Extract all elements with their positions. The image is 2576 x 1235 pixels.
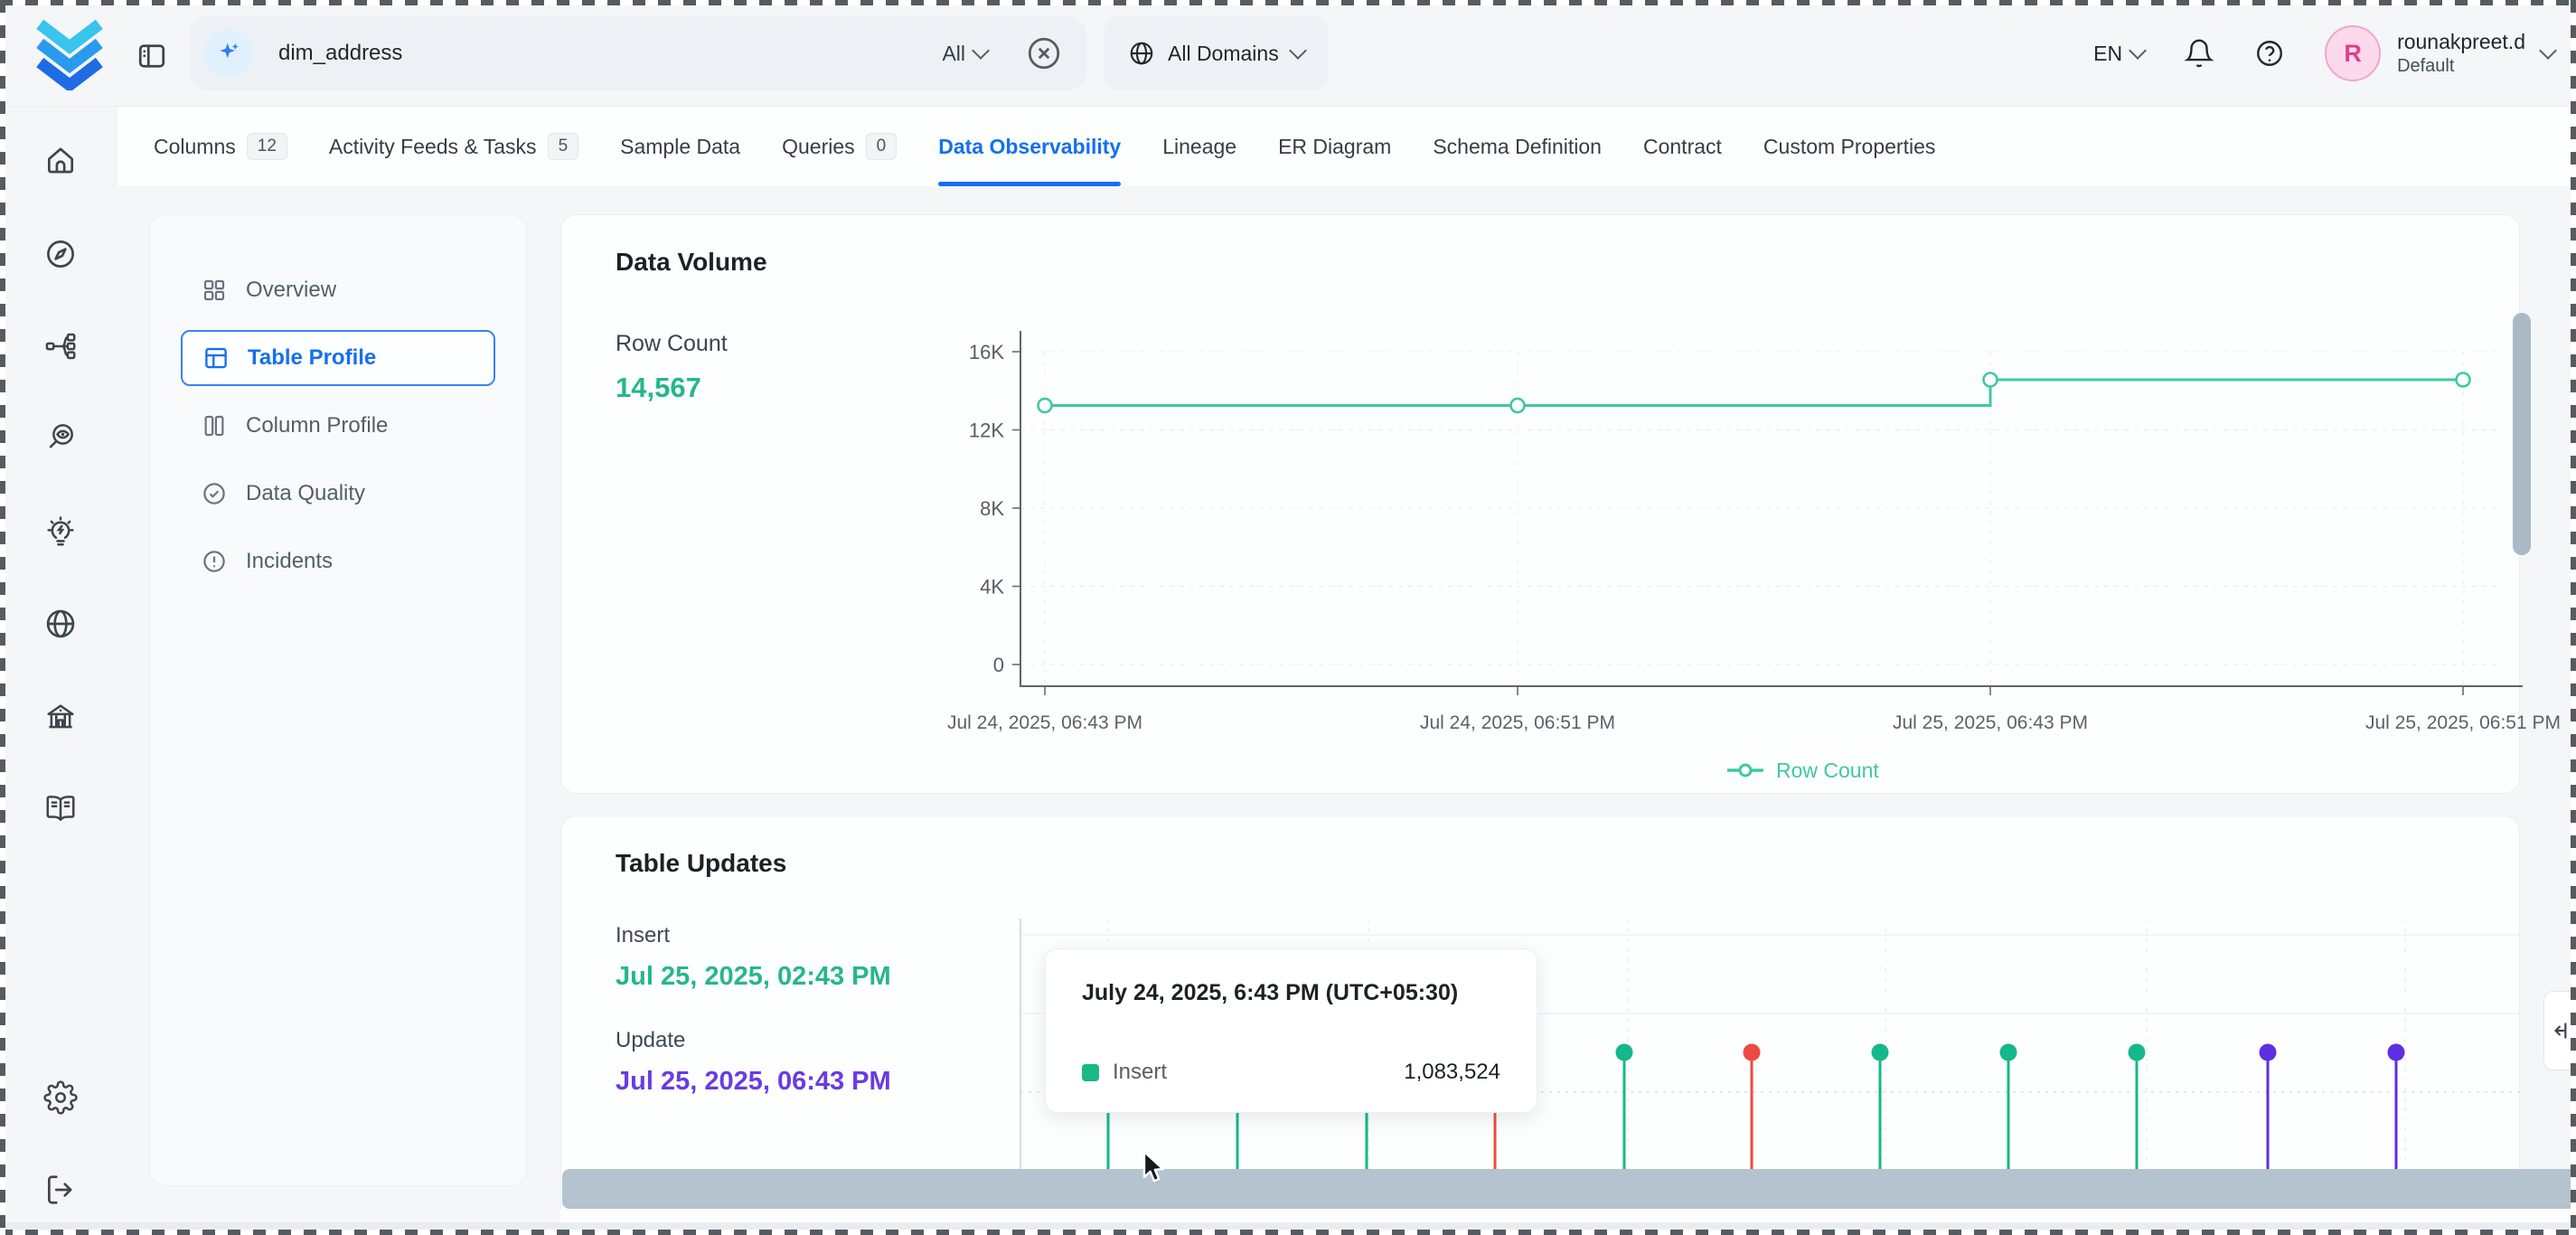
menu-item-data-quality[interactable]: Data Quality [181, 466, 495, 522]
tab-activity-feeds[interactable]: Activity Feeds & Tasks5 [329, 107, 578, 186]
menu-item-label: Overview [246, 278, 336, 303]
check-circle-icon [201, 480, 228, 507]
home-icon[interactable] [43, 143, 78, 177]
chevron-down-icon [2129, 42, 2147, 60]
clear-search-icon[interactable] [1025, 34, 1063, 72]
tooltip-series-value: 1,083,524 [1404, 1060, 1500, 1085]
tab-custom-properties[interactable]: Custom Properties [1763, 107, 1935, 186]
domains-globe-icon[interactable] [43, 607, 78, 641]
profiler-side-menu: Overview Table Profile Column Profile Da… [149, 214, 527, 1186]
observability-search-eye-icon[interactable] [43, 420, 78, 454]
menu-item-overview[interactable]: Overview [181, 262, 495, 318]
svg-text:12K: 12K [969, 420, 1004, 442]
horizontal-scrollbar[interactable] [562, 1169, 2576, 1209]
tab-er-diagram[interactable]: ER Diagram [1278, 107, 1391, 186]
page-bottom-strip [0, 1222, 2576, 1235]
avatar: R [2325, 25, 2381, 81]
tab-queries[interactable]: Queries0 [782, 107, 897, 186]
table-icon [202, 344, 230, 372]
grid-icon [201, 277, 228, 304]
page-bottom-gap [560, 1209, 2576, 1223]
settings-gear-icon[interactable] [43, 1080, 78, 1115]
app-logo-icon[interactable] [34, 18, 105, 90]
tab-count-badge: 0 [866, 133, 898, 160]
user-info: rounakpreet.d Default [2397, 29, 2525, 78]
user-team: Default [2397, 55, 2525, 78]
explore-compass-icon[interactable] [43, 237, 78, 271]
insights-lightbulb-icon[interactable] [43, 514, 78, 549]
ai-sparkle-icon [204, 29, 253, 78]
collapse-panel-button[interactable] [2543, 991, 2576, 1070]
tooltip-row: Insert 1,083,524 [1082, 1060, 1500, 1085]
svg-text:8K: 8K [980, 497, 1004, 520]
collapse-panel-icon [2550, 1019, 2573, 1042]
menu-item-label: Column Profile [246, 413, 388, 438]
svg-text:0: 0 [993, 654, 1004, 676]
domains-dropdown[interactable]: All Domains [1105, 16, 1328, 90]
svg-text:Row Count: Row Count [1776, 759, 1879, 782]
tab-schema-definition[interactable]: Schema Definition [1433, 107, 1602, 186]
svg-text:4K: 4K [980, 576, 1004, 599]
tab-columns[interactable]: Columns12 [154, 107, 287, 186]
tab-contract[interactable]: Contract [1643, 107, 1722, 186]
tooltip-series-label: Insert [1113, 1060, 1167, 1085]
chart-tooltip: July 24, 2025, 6:43 PM (UTC+05:30) Inser… [1045, 948, 1537, 1113]
svg-text:Jul 24, 2025, 06:51 PM: Jul 24, 2025, 06:51 PM [1420, 712, 1615, 733]
tab-data-observability[interactable]: Data Observability [938, 107, 1121, 186]
menu-item-label: Data Quality [246, 481, 365, 506]
menu-item-table-profile[interactable]: Table Profile [181, 330, 495, 386]
menu-item-column-profile[interactable]: Column Profile [181, 398, 495, 454]
notifications-bell-icon[interactable] [2184, 38, 2214, 69]
menu-item-label: Table Profile [248, 345, 376, 371]
app-window: dim_address All All Domains EN [0, 0, 2576, 1235]
global-search-input[interactable]: dim_address All [190, 16, 1086, 90]
alert-circle-icon [201, 548, 228, 575]
entity-tab-bar: Columns12 Activity Feeds & Tasks5 Sample… [118, 107, 2576, 186]
svg-text:Jul 25, 2025, 06:51 PM: Jul 25, 2025, 06:51 PM [2365, 712, 2561, 733]
language-selector[interactable]: EN [2093, 42, 2144, 66]
user-menu[interactable]: R rounakpreet.d Default [2325, 25, 2554, 81]
menu-item-incidents[interactable]: Incidents [181, 533, 495, 589]
menu-item-label: Incidents [246, 549, 333, 574]
svg-text:Jul 24, 2025, 06:43 PM: Jul 24, 2025, 06:43 PM [947, 712, 1142, 733]
globe-icon [1128, 40, 1155, 67]
data-volume-card: Data Volume Row Count 14,567 04K8K12K16K… [560, 214, 2520, 794]
lineage-flow-icon[interactable] [43, 329, 78, 363]
chevron-down-icon [1289, 42, 1307, 60]
governance-bank-icon[interactable] [43, 701, 78, 735]
svg-text:Jul 25, 2025, 06:43 PM: Jul 25, 2025, 06:43 PM [1893, 712, 2088, 733]
vertical-scrollbar-thumb[interactable] [2513, 313, 2531, 555]
svg-text:16K: 16K [969, 341, 1004, 363]
tab-sample-data[interactable]: Sample Data [620, 107, 740, 186]
search-scope-dropdown[interactable]: All [942, 42, 987, 66]
top-bar: dim_address All All Domains EN [0, 0, 2576, 107]
sidebar-toggle-icon[interactable] [136, 40, 168, 72]
left-nav-rail [0, 107, 118, 1235]
tab-count-badge: 12 [247, 133, 287, 160]
data-volume-chart[interactable]: 0 4K 8K 12K 16K Jul 24, 2025, 06:43 PM Jul 24,… [561, 215, 2576, 795]
insert-swatch-icon [1082, 1064, 1099, 1081]
columns-icon [201, 412, 228, 439]
user-name: rounakpreet.d [2397, 29, 2525, 55]
chevron-down-icon [2539, 42, 2557, 60]
top-bar-actions: EN R rounakpreet.d Default [2093, 0, 2554, 107]
tooltip-title: July 24, 2025, 6:43 PM (UTC+05:30) [1082, 980, 1500, 1006]
logout-icon[interactable] [43, 1173, 78, 1207]
search-query-text: dim_address [278, 41, 942, 66]
chevron-down-icon [972, 42, 990, 60]
tab-lineage[interactable]: Lineage [1162, 107, 1236, 186]
help-icon[interactable] [2254, 38, 2285, 69]
tab-count-badge: 5 [548, 133, 579, 160]
glossary-book-icon[interactable] [43, 791, 78, 825]
